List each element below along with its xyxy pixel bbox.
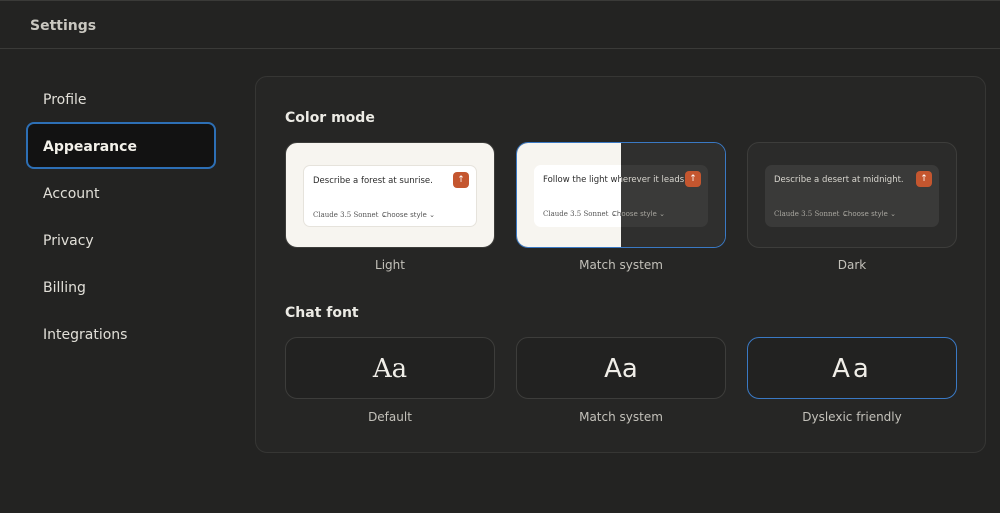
color-mode-title: Color mode (285, 110, 375, 126)
color-mode-light-card[interactable]: Describe a forest at sunrise. ↑ Claude 3… (285, 142, 495, 248)
preview-prompt-dark: Follow the light wherever it leads. (621, 175, 687, 185)
system-preview-dark-half: Follow the light wherever it leads. ↑ Cl… (621, 143, 725, 247)
sidebar-item-privacy[interactable]: Privacy (26, 216, 216, 263)
system-preview-dark: Follow the light wherever it leads. ↑ Cl… (621, 165, 708, 227)
font-system-card[interactable]: Aa (516, 337, 726, 399)
sidebar-item-account[interactable]: Account (26, 169, 216, 216)
settings-header: Settings (0, 0, 1000, 49)
sidebar-item-billing[interactable]: Billing (26, 263, 216, 310)
font-default-card[interactable]: Aa (285, 337, 495, 399)
chat-font-title: Chat font (285, 305, 359, 321)
arrow-up-icon: ↑ (685, 171, 701, 187)
page-title: Settings (30, 18, 97, 34)
font-dyslexic-label: Dyslexic friendly (802, 410, 902, 424)
settings-sidebar: Profile Appearance Account Privacy Billi… (26, 75, 216, 357)
arrow-up-icon: ↑ (453, 172, 469, 188)
preview-model: Claude 3.5 Sonnet ⌄ (774, 210, 848, 218)
preview-model: Claude 3.5 Sonnet ⌄ (313, 211, 387, 219)
appearance-panel: Color mode Describe a forest at sunrise.… (255, 76, 986, 453)
system-preview-light-half: Follow the light wherever it leads. Clau… (517, 143, 621, 247)
system-preview: Follow the light wherever it leads. Clau… (534, 165, 621, 227)
sidebar-item-profile[interactable]: Profile (26, 75, 216, 122)
preview-style: Choose style ⌄ (843, 210, 896, 218)
font-sample: Aa (604, 354, 638, 384)
color-mode-dark-label: Dark (837, 258, 867, 272)
preview-prompt: Follow the light wherever it leads. (543, 175, 621, 185)
preview-prompt: Describe a desert at midnight. (774, 175, 904, 185)
font-dyslexic-card[interactable]: Aa (747, 337, 957, 399)
font-sample: Aa (372, 354, 408, 384)
preview-style: Choose style ⌄ (612, 210, 621, 218)
preview-model: Claude 3.5 Sonnet ⌄ (543, 210, 617, 218)
color-mode-light-label: Light (375, 258, 405, 272)
font-sample: Aa (832, 354, 872, 384)
color-mode-system-card[interactable]: Follow the light wherever it leads. Clau… (516, 142, 726, 248)
color-mode-dark-card[interactable]: Describe a desert at midnight. ↑ Claude … (747, 142, 957, 248)
arrow-up-icon: ↑ (916, 171, 932, 187)
color-mode-system-label: Match system (579, 258, 663, 272)
preview-prompt: Describe a forest at sunrise. (313, 176, 433, 186)
light-preview: Describe a forest at sunrise. ↑ Claude 3… (303, 165, 477, 227)
font-default-label: Default (368, 410, 412, 424)
preview-style: Choose style ⌄ (382, 211, 435, 219)
sidebar-item-appearance[interactable]: Appearance (26, 122, 216, 169)
font-system-label: Match system (579, 410, 663, 424)
sidebar-item-integrations[interactable]: Integrations (26, 310, 216, 357)
dark-preview: Describe a desert at midnight. ↑ Claude … (765, 165, 939, 227)
preview-style-dark: Choose style ⌄ (621, 210, 665, 218)
